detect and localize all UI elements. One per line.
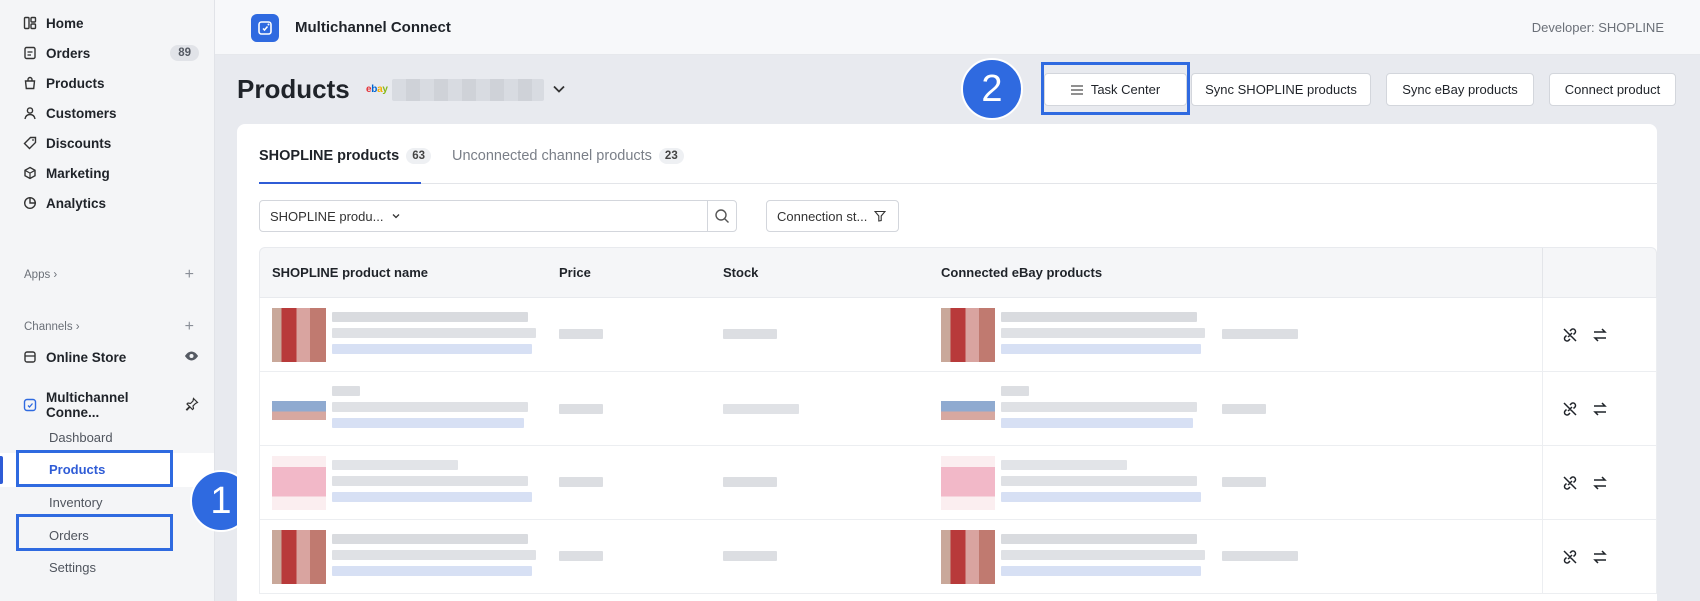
marketing-icon	[23, 166, 37, 180]
sidebar-item-label: Customers	[46, 105, 117, 121]
column-header-name: SHOPLINE product name	[272, 265, 429, 280]
store-icon	[23, 350, 37, 364]
add-app-plus-icon[interactable]: +	[185, 266, 194, 284]
connect-product-button[interactable]: Connect product	[1549, 73, 1676, 106]
sync-icon[interactable]	[1591, 474, 1609, 492]
multichannel-app-icon	[23, 398, 37, 412]
add-channel-plus-icon[interactable]: +	[185, 318, 194, 336]
table-row[interactable]	[259, 520, 1657, 594]
tab-divider	[259, 183, 1657, 184]
sidebar-sub-settings[interactable]: Settings	[49, 560, 96, 575]
search-input[interactable]	[408, 200, 708, 232]
table-row[interactable]	[259, 446, 1657, 520]
discounts-icon	[23, 136, 37, 150]
highlight-products-box	[16, 450, 173, 487]
apps-section[interactable]: Apps › +	[24, 266, 194, 284]
tab-unconnected-channel-products[interactable]: Unconnected channel products 23	[452, 148, 684, 164]
highlight-orders-box	[16, 514, 173, 551]
chevron-right-icon: ›	[75, 321, 80, 333]
sidebar-sub-dashboard[interactable]: Dashboard	[49, 430, 113, 445]
multichannel-logo-icon	[251, 14, 279, 42]
store-selector-value[interactable]	[392, 79, 544, 101]
sidebar-item-orders[interactable]: Orders 89	[23, 42, 199, 64]
product-thumbnail	[272, 382, 326, 436]
table-row[interactable]	[259, 372, 1657, 446]
chevron-down-icon	[392, 214, 400, 219]
sync-ebay-products-button[interactable]: Sync eBay products	[1386, 73, 1534, 106]
ebay-product-thumbnail	[941, 456, 995, 510]
tab-count-badge: 63	[406, 148, 431, 164]
pin-icon[interactable]	[185, 396, 199, 414]
active-nav-indicator	[0, 456, 3, 484]
sync-icon[interactable]	[1591, 326, 1609, 344]
sync-shopline-products-button[interactable]: Sync SHOPLINE products	[1191, 73, 1371, 106]
column-header-price: Price	[559, 265, 591, 280]
home-icon	[23, 16, 37, 30]
unlink-icon[interactable]	[1561, 474, 1579, 492]
connection-status-filter[interactable]: Connection st...	[766, 200, 899, 232]
search-icon	[715, 209, 729, 223]
highlight-task-center-box	[1041, 62, 1190, 115]
ebay-product-thumbnail	[941, 308, 995, 362]
tab-count-badge: 23	[658, 148, 684, 164]
analytics-icon	[23, 196, 37, 210]
sidebar-item-label: Discounts	[46, 135, 112, 151]
app-topbar: Multichannel Connect Developer: SHOPLINE	[215, 0, 1700, 55]
active-tab-underline	[259, 182, 421, 184]
channels-section[interactable]: Channels › +	[24, 318, 194, 336]
developer-label: Developer: SHOPLINE	[1531, 20, 1664, 35]
ebay-logo-icon: ebay	[366, 84, 388, 95]
ebay-product-thumbnail	[941, 382, 995, 436]
orders-count-badge: 89	[170, 45, 199, 61]
sidebar-item-label: Marketing	[46, 165, 110, 181]
sidebar-item-label: Home	[46, 15, 84, 31]
products-icon	[23, 76, 37, 90]
column-header-stock: Stock	[723, 265, 759, 280]
sidebar-item-products[interactable]: Products	[23, 72, 199, 94]
products-card: SHOPLINE products 63 Unconnected channel…	[237, 124, 1657, 601]
sidebar-item-label: Online Store	[46, 349, 127, 365]
sidebar: Home Orders 89 Products Customers Discou…	[0, 0, 215, 601]
unlink-icon[interactable]	[1561, 548, 1579, 566]
table-row[interactable]	[259, 298, 1657, 372]
product-thumbnail	[272, 308, 326, 362]
page-title: Products	[237, 74, 350, 104]
sidebar-item-discounts[interactable]: Discounts	[23, 132, 199, 154]
sidebar-item-label: Products	[46, 75, 105, 91]
chevron-right-icon: ›	[53, 269, 58, 281]
sidebar-item-label: Analytics	[46, 195, 107, 211]
search-button[interactable]	[707, 200, 737, 232]
filter-icon	[874, 210, 887, 222]
sidebar-item-customers[interactable]: Customers	[23, 102, 199, 124]
step-2-marker: 2	[961, 58, 1023, 120]
ebay-product-thumbnail	[941, 530, 995, 584]
sidebar-item-online-store[interactable]: Online Store	[23, 346, 199, 368]
sidebar-sub-inventory[interactable]: Inventory	[49, 495, 102, 510]
chevron-down-icon[interactable]	[550, 80, 568, 98]
product-thumbnail	[272, 456, 326, 510]
sync-icon[interactable]	[1591, 400, 1609, 418]
customers-icon	[23, 106, 37, 120]
product-field-select[interactable]: SHOPLINE produ...	[259, 200, 409, 232]
table-header: SHOPLINE product name Price Stock Connec…	[259, 247, 1657, 299]
orders-icon	[23, 46, 37, 60]
unlink-icon[interactable]	[1561, 400, 1579, 418]
sync-icon[interactable]	[1591, 548, 1609, 566]
sidebar-item-multichannel-app[interactable]: Multichannel Conne...	[23, 390, 199, 420]
sidebar-item-marketing[interactable]: Marketing	[23, 162, 199, 184]
sidebar-item-analytics[interactable]: Analytics	[23, 192, 199, 214]
sidebar-item-home[interactable]: Home	[23, 12, 199, 34]
tab-shopline-products[interactable]: SHOPLINE products 63	[259, 148, 431, 164]
unlink-icon[interactable]	[1561, 326, 1579, 344]
product-thumbnail	[272, 530, 326, 584]
sidebar-item-label: Orders	[46, 45, 91, 61]
sidebar-item-label: Multichannel Conne...	[46, 390, 129, 420]
eye-icon[interactable]	[184, 350, 199, 365]
app-title: Multichannel Connect	[295, 19, 451, 36]
column-header-connected-ebay: Connected eBay products	[941, 265, 1103, 280]
